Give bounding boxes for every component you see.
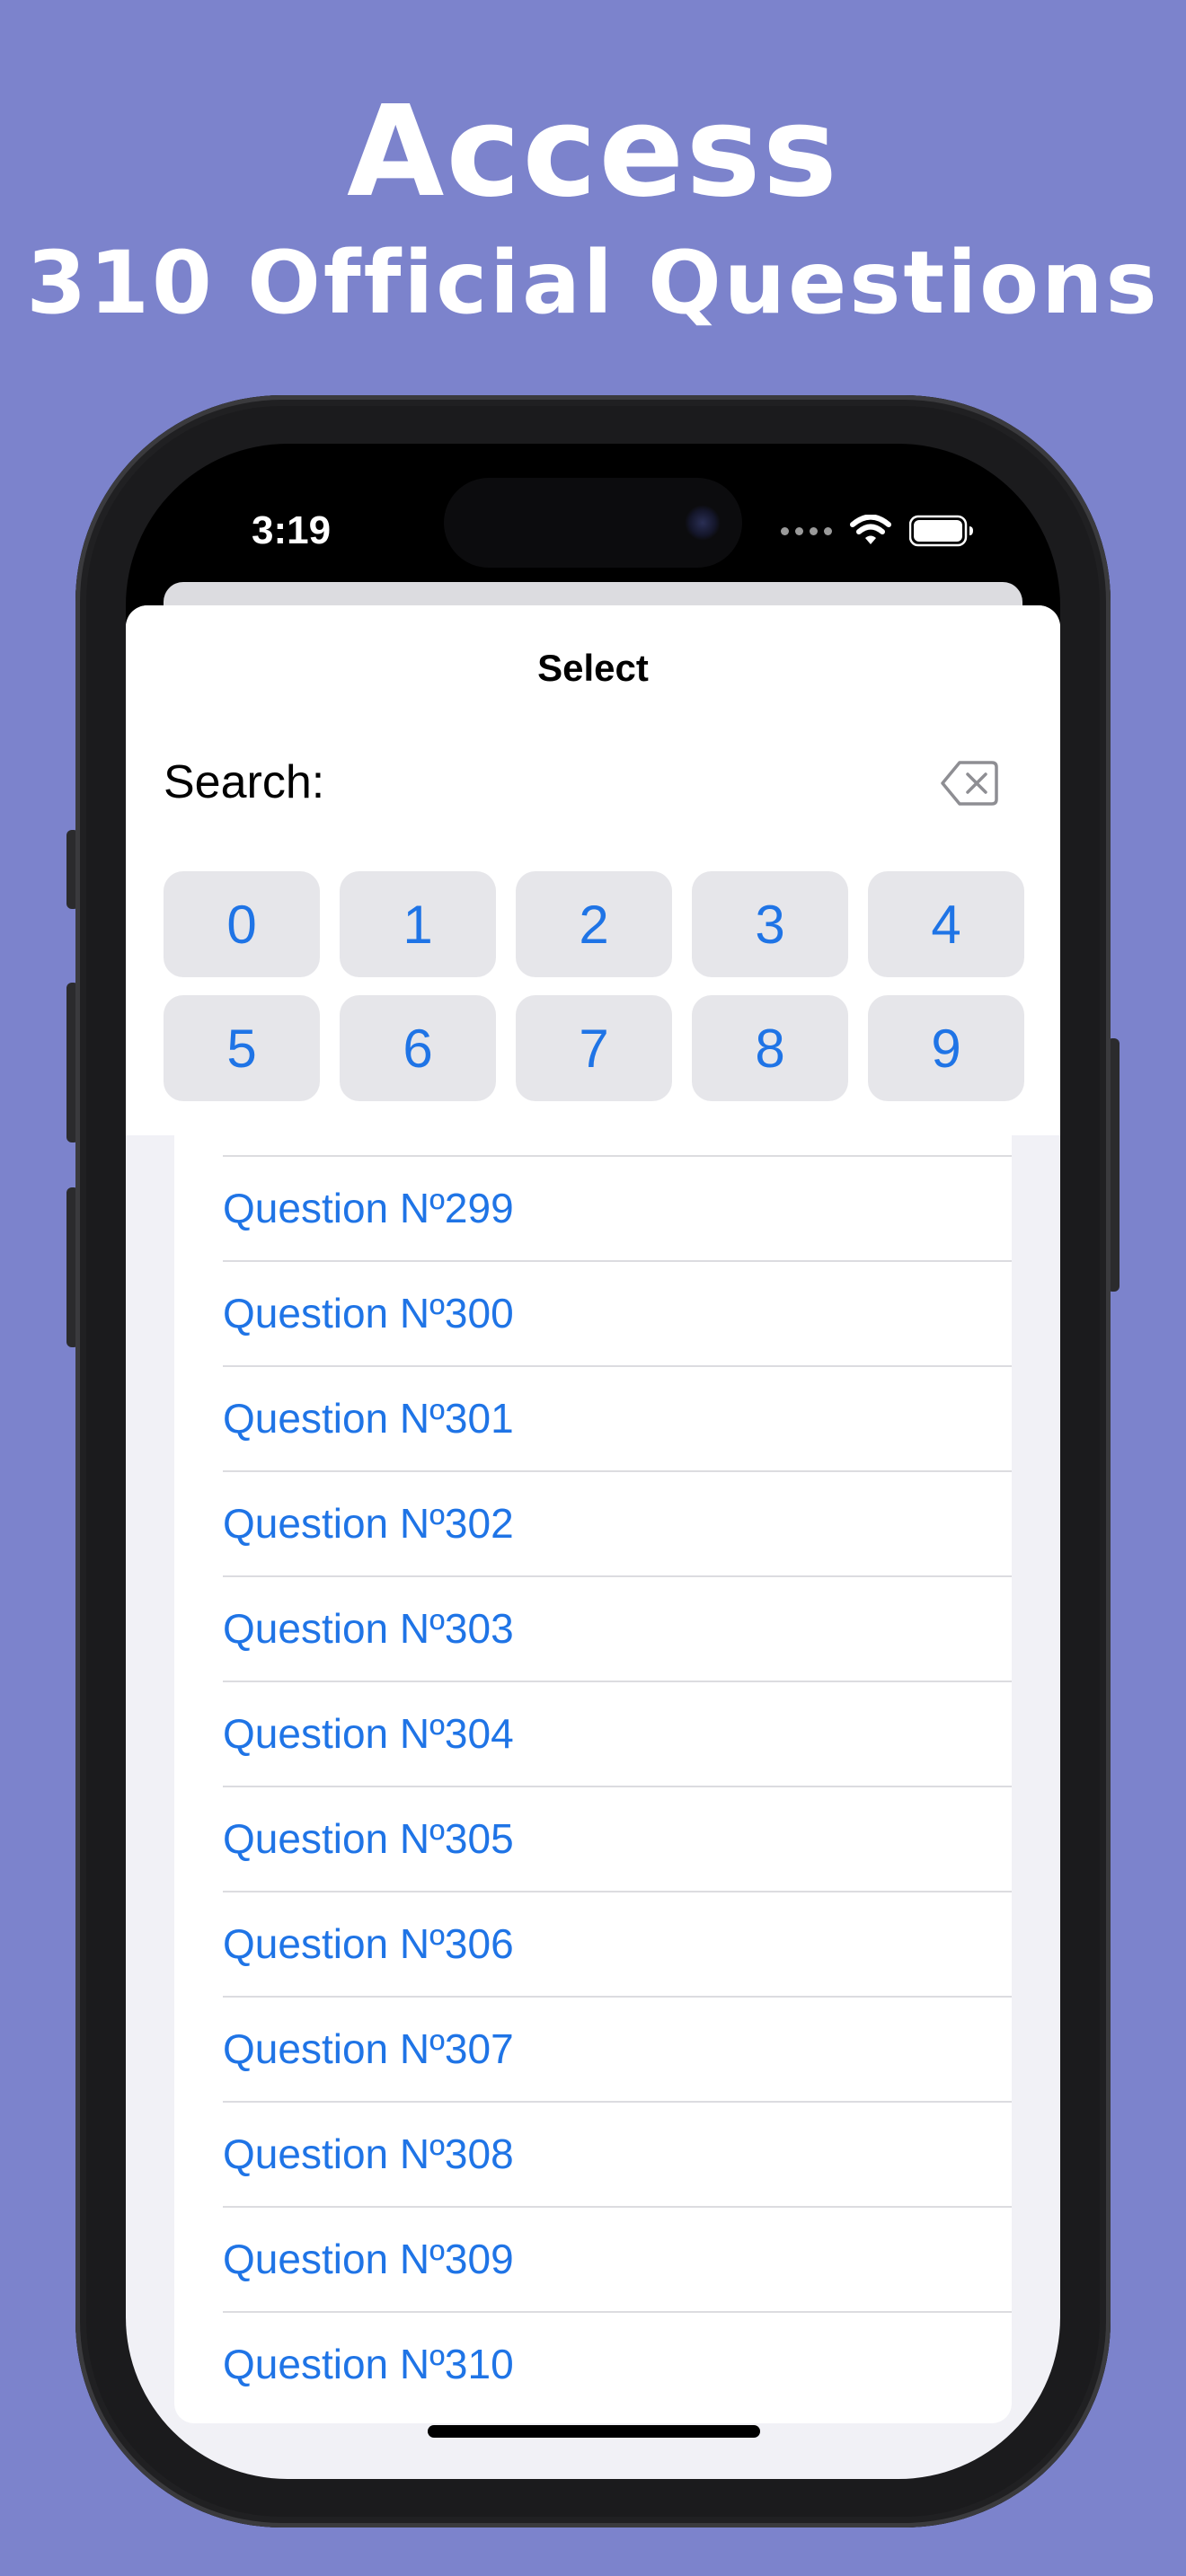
key-9[interactable]: 9 bbox=[868, 995, 1024, 1101]
battery-icon bbox=[909, 515, 973, 547]
camera-icon bbox=[685, 505, 721, 541]
promo-title: Access bbox=[347, 79, 839, 225]
question-item[interactable]: Question Nº309 bbox=[223, 2206, 1012, 2310]
sheet-title: Select bbox=[537, 647, 649, 689]
search-label: Search: bbox=[164, 756, 325, 808]
key-0[interactable]: 0 bbox=[164, 871, 320, 977]
question-list: Question Nº299 Question Nº300 Question N… bbox=[174, 1135, 1012, 2423]
status-time: 3:19 bbox=[252, 508, 332, 552]
key-6[interactable]: 6 bbox=[340, 995, 496, 1101]
question-item[interactable]: Question Nº305 bbox=[223, 1786, 1012, 1890]
delete-backspace-icon[interactable] bbox=[940, 760, 999, 807]
question-item[interactable]: Question Nº307 bbox=[223, 1996, 1012, 2100]
number-keypad: 0 1 2 3 4 5 6 7 8 9 bbox=[164, 871, 1024, 1101]
key-4[interactable]: 4 bbox=[868, 871, 1024, 977]
question-item[interactable]: Question Nº308 bbox=[223, 2101, 1012, 2205]
key-7[interactable]: 7 bbox=[516, 995, 672, 1101]
phone-screen: 3:19 Select Search: 0 1 2 3 4 5 6 7 8 9 … bbox=[126, 444, 1060, 2479]
promo-subtitle: 310 Official Questions bbox=[26, 233, 1160, 333]
home-indicator bbox=[428, 2425, 760, 2438]
question-item[interactable]: Question Nº300 bbox=[223, 1260, 1012, 1364]
question-item[interactable]: Question Nº303 bbox=[223, 1575, 1012, 1680]
status-icons bbox=[781, 508, 974, 553]
dynamic-island bbox=[444, 478, 742, 568]
question-item[interactable]: Question Nº302 bbox=[223, 1470, 1012, 1575]
signal-dots-icon bbox=[781, 526, 832, 535]
key-5[interactable]: 5 bbox=[164, 995, 320, 1101]
key-2[interactable]: 2 bbox=[516, 871, 672, 977]
sheet-header: Select Search: 0 1 2 3 4 5 6 7 8 9 bbox=[126, 605, 1060, 1135]
key-3[interactable]: 3 bbox=[692, 871, 848, 977]
phone-frame: 3:19 Select Search: 0 1 2 3 4 5 6 7 8 9 … bbox=[75, 395, 1111, 2527]
question-item[interactable]: Question Nº299 bbox=[223, 1155, 1012, 1259]
question-item[interactable]: Question Nº310 bbox=[223, 2311, 1012, 2415]
question-item[interactable]: Question Nº304 bbox=[223, 1681, 1012, 1785]
key-8[interactable]: 8 bbox=[692, 995, 848, 1101]
key-1[interactable]: 1 bbox=[340, 871, 496, 977]
question-item[interactable]: Question Nº301 bbox=[223, 1365, 1012, 1469]
wifi-icon bbox=[850, 515, 891, 544]
question-item[interactable]: Question Nº306 bbox=[223, 1891, 1012, 1995]
select-sheet: Select Search: 0 1 2 3 4 5 6 7 8 9 Quest… bbox=[126, 605, 1060, 2479]
